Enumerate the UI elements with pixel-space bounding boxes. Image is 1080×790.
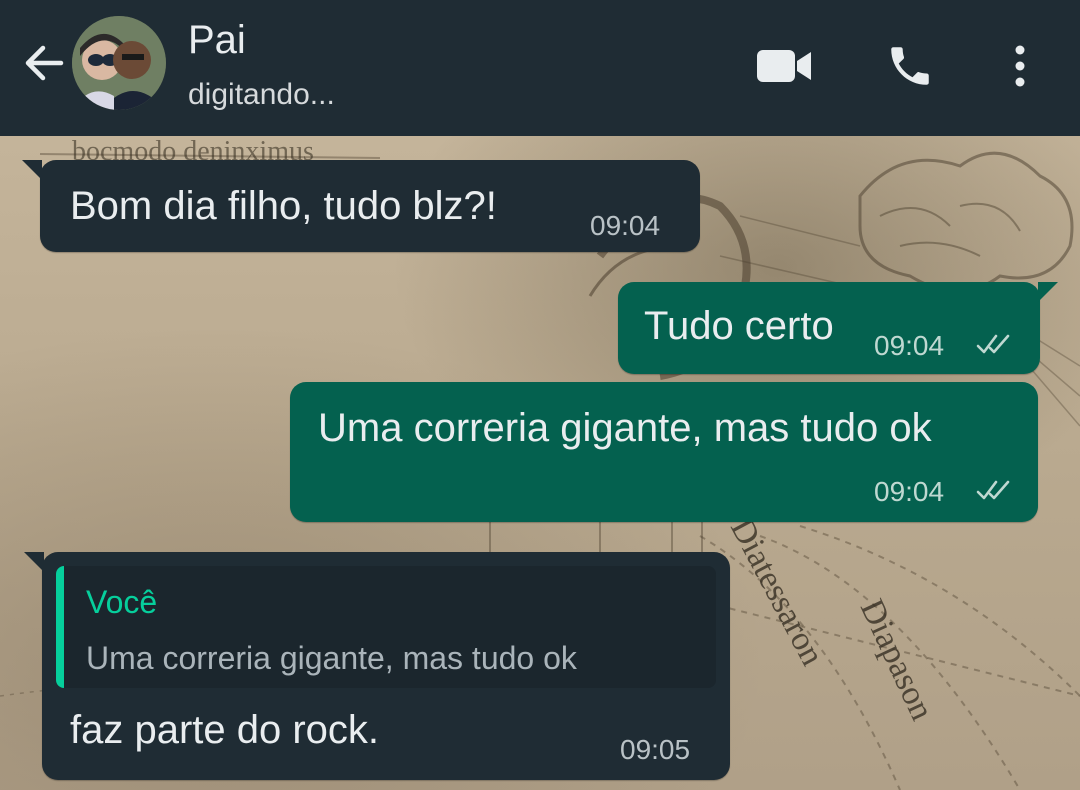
more-options-button[interactable] — [990, 36, 1050, 96]
wallpaper-label-diatessaron: Diatessaron — [723, 512, 831, 671]
voice-call-icon — [891, 47, 929, 85]
message-text: Bom dia filho, tudo blz?! — [70, 184, 497, 228]
quote-text: Uma correria gigante, mas tudo ok — [86, 640, 577, 676]
avatar[interactable] — [72, 16, 166, 110]
video-call-button[interactable] — [754, 36, 814, 96]
message-time: 09:05 — [620, 734, 691, 765]
quoted-message[interactable]: Você Uma correria gigante, mas tudo ok — [56, 566, 716, 688]
bubble-tail — [22, 160, 42, 180]
back-button[interactable] — [18, 38, 68, 88]
message-time: 09:04 — [874, 476, 945, 507]
chat-header: Pai digitando... — [0, 0, 1080, 136]
voice-call-button[interactable] — [880, 36, 940, 96]
message-text: Uma correria gigante, mas tudo ok — [318, 406, 932, 450]
quote-accent-bar — [56, 566, 64, 688]
chat-area[interactable]: bocmodo deninximus Diatessaron Diapason … — [0, 136, 1080, 790]
message-text: faz parte do rock. — [70, 708, 380, 752]
contact-name[interactable]: Pai — [188, 18, 246, 63]
message-text: Tudo certo — [644, 304, 834, 348]
read-receipt-icon — [976, 334, 1010, 354]
message-time: 09:04 — [874, 330, 945, 361]
more-options-icon — [1015, 45, 1025, 87]
read-receipt-icon — [976, 480, 1010, 500]
wallpaper-label-diapason: Diapason — [853, 594, 941, 726]
avatar-photo — [72, 16, 166, 110]
message-time: 09:04 — [590, 210, 661, 241]
bubble-tail — [1038, 282, 1058, 302]
message-incoming[interactable]: Bom dia filho, tudo blz?! 09:04 — [22, 160, 700, 252]
quote-author: Você — [86, 584, 158, 620]
message-incoming-reply[interactable]: Você Uma correria gigante, mas tudo ok f… — [24, 552, 730, 780]
bubble-tail — [24, 552, 44, 572]
back-arrow-icon — [25, 45, 64, 81]
message-outgoing[interactable]: Tudo certo 09:04 — [618, 282, 1058, 374]
typing-status: digitando... — [188, 78, 335, 111]
message-outgoing[interactable]: Uma correria gigante, mas tudo ok 09:04 — [290, 382, 1038, 522]
video-call-icon — [757, 50, 811, 82]
